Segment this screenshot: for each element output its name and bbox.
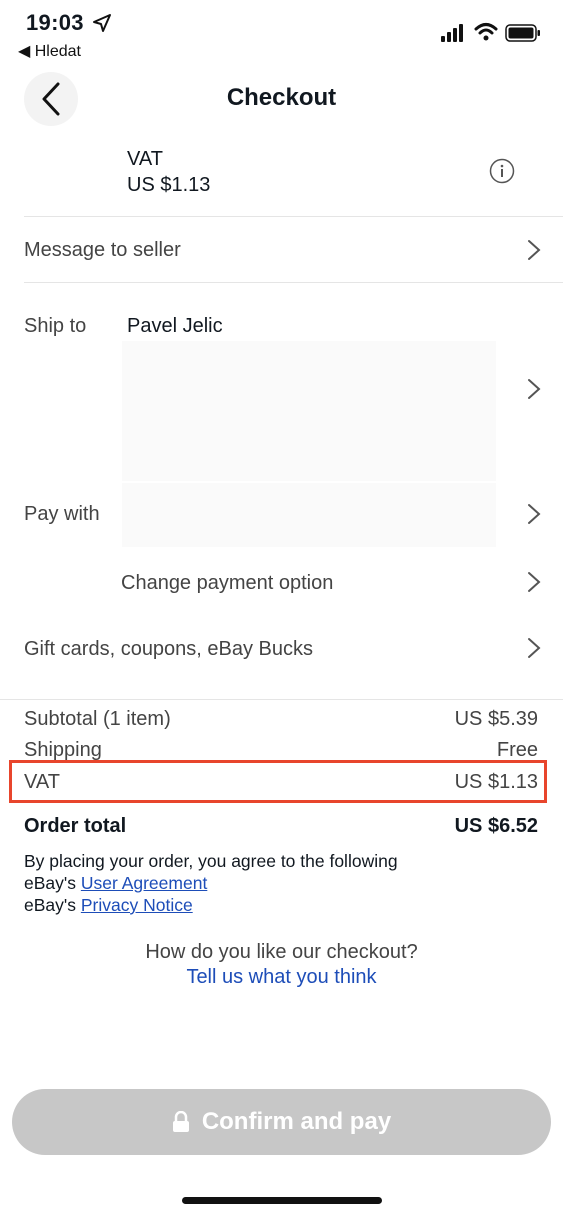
confirm-button-label: Confirm and pay [201,1108,392,1135]
feedback-question: How do you like our checkout? [145,941,418,963]
vat-top-label: VAT [127,148,163,170]
payment-redacted-area [122,483,496,547]
chevron-right-icon [528,572,541,592]
address-redacted-area [122,341,496,481]
legal-text: By placing your order, you agree to the … [24,850,544,916]
subtotal-label: Subtotal (1 item) [24,708,171,730]
shipping-value: Free [496,739,538,761]
battery-icon [505,24,540,42]
signal-icon [441,24,463,42]
vat-highlight-box [9,760,547,803]
home-indicator [182,1197,382,1204]
user-agreement-link[interactable]: User Agreement [81,873,207,893]
page-title: Checkout [226,84,337,111]
message-to-seller-row[interactable]: Message to seller [0,217,563,282]
confirm-and-pay-button[interactable]: Confirm and pay [12,1089,551,1155]
chevron-right-icon [528,638,541,658]
legal-prefix: eBay's [24,895,76,915]
chevron-right-icon [528,504,541,524]
chevron-right-icon [528,379,541,399]
status-time: 19:03 [26,10,84,35]
order-total-label: Order total [24,815,127,837]
gift-cards-label: Gift cards, coupons, eBay Bucks [24,638,314,660]
change-payment-row[interactable]: Change payment option [0,552,563,612]
ship-to-row[interactable]: Ship to Pavel Jelic [0,283,563,483]
pay-with-row[interactable]: Pay with [0,483,563,547]
back-to-app-link[interactable]: ◀ Hledat [18,41,81,61]
pay-with-label: Pay with [24,503,100,525]
lock-icon [172,1111,189,1132]
legal-line-1: By placing your order, you agree to the … [24,851,398,871]
privacy-notice-link[interactable]: Privacy Notice [81,895,193,915]
feedback-link[interactable]: Tell us what you think [0,966,563,989]
change-payment-label: Change payment option [121,572,334,594]
ship-to-name: Pavel Jelic [127,315,223,337]
vat-top-value: US $1.13 [127,174,211,196]
wifi-icon [474,23,498,41]
ship-to-label: Ship to [24,315,87,337]
chevron-right-icon [528,240,541,260]
subtotal-value: US $5.39 [454,708,538,730]
gift-cards-row[interactable]: Gift cards, coupons, eBay Bucks [0,618,563,678]
legal-prefix: eBay's [24,873,76,893]
shipping-label: Shipping [24,739,102,761]
info-icon[interactable] [489,158,515,184]
message-to-seller-label: Message to seller [24,239,181,261]
location-arrow-icon [93,14,111,32]
order-total-value: US $6.52 [454,815,538,837]
divider [0,699,563,700]
